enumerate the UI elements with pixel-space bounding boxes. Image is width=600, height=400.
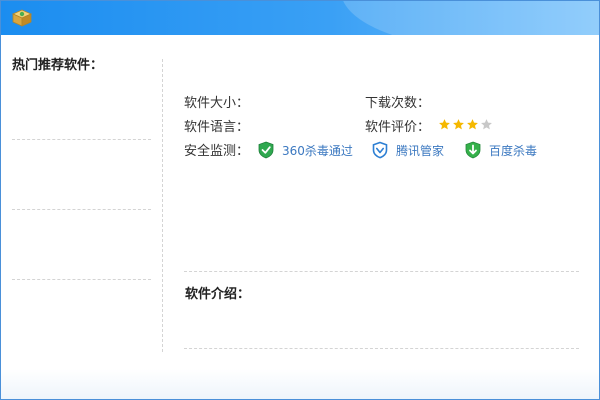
tencent-shield-icon <box>372 141 388 159</box>
360-shield-icon <box>258 141 274 159</box>
column-divider <box>162 59 163 352</box>
star-empty-icon <box>481 119 492 130</box>
app-window: 热门推荐软件： 软件大小： 下载次数： 软件语言： 软件评价： 安全监测： 36… <box>0 0 600 400</box>
software-box-icon <box>12 9 32 27</box>
star-filled-icon <box>453 119 464 130</box>
sidebar-divider <box>12 279 151 280</box>
download-count-label: 下载次数： <box>365 96 431 111</box>
security-item-label: 百度杀毒 <box>489 143 538 158</box>
sidebar-divider <box>12 209 151 210</box>
section-divider <box>184 271 579 272</box>
security-item-360[interactable]: 360杀毒通过 <box>258 140 353 160</box>
security-item-tencent[interactable]: 腾讯管家 <box>372 140 444 160</box>
rating-stars <box>438 118 493 132</box>
software-intro-title: 软件介绍： <box>185 287 251 302</box>
star-filled-icon <box>467 119 478 130</box>
security-check-label: 安全监测： <box>184 144 250 159</box>
title-bar[interactable] <box>1 1 599 35</box>
section-divider <box>184 348 579 349</box>
content-area <box>1 35 599 399</box>
security-item-label: 腾讯管家 <box>396 143 445 158</box>
software-language-label: 软件语言： <box>184 120 250 135</box>
star-filled-icon <box>439 119 450 130</box>
software-rating-label: 软件评价： <box>365 120 431 135</box>
software-size-label: 软件大小： <box>184 96 250 111</box>
bottom-gradient <box>1 369 599 399</box>
security-item-baidu[interactable]: 百度杀毒 <box>465 140 537 160</box>
sidebar-title: 热门推荐软件： <box>12 58 104 73</box>
sidebar-divider <box>12 139 151 140</box>
baidu-shield-icon <box>465 141 481 159</box>
security-item-label: 360杀毒通过 <box>282 143 353 158</box>
